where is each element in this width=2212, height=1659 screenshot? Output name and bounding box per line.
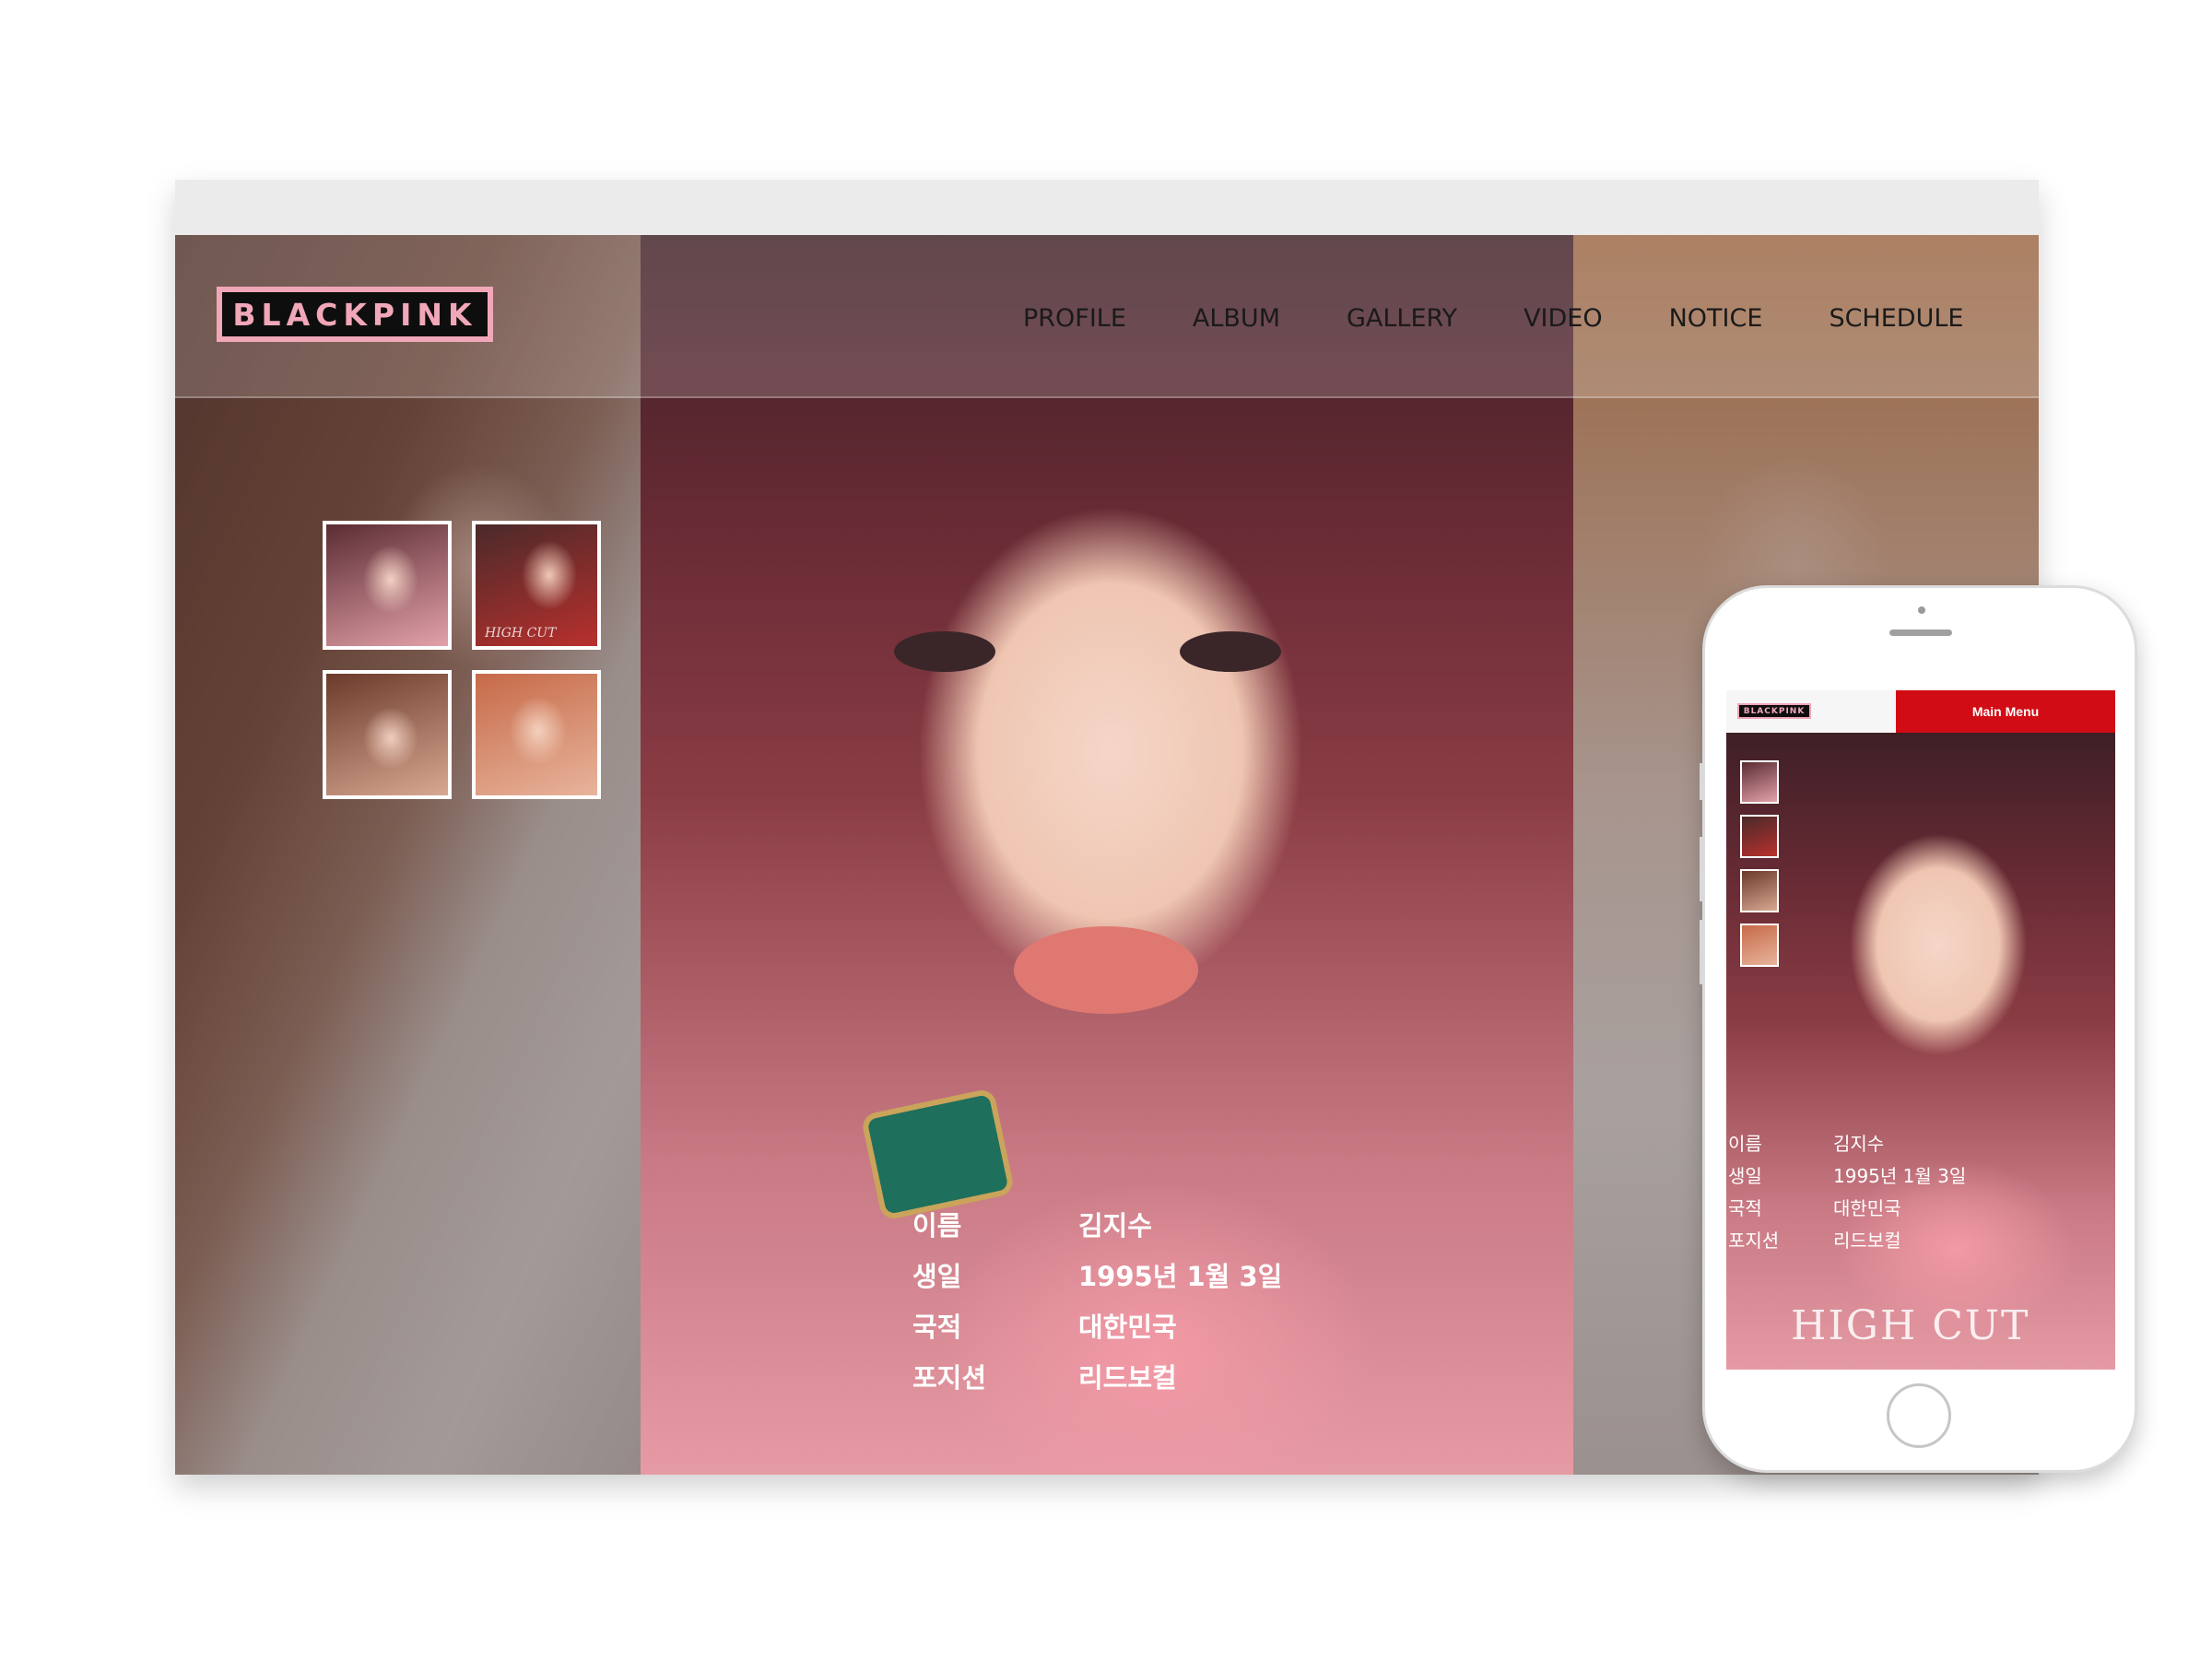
profile-info: 이름 김지수 생일 1995년 1월 3일 국적 대한민국 포지션 리드보컬	[912, 1198, 1282, 1401]
mobile-logo-text: BLACKPINK	[1743, 706, 1806, 716]
mobile-main-menu-button[interactable]: Main Menu	[1896, 690, 2115, 733]
mobile-thumbnail-4[interactable]	[1740, 924, 1779, 967]
mobile-profile-row: 이름 김지수	[1728, 1126, 1966, 1159]
mobile-profile-row: 포지션 리드보컬	[1728, 1223, 1966, 1255]
thumbnail-grid: HIGH CUT	[323, 521, 608, 806]
mobile-label-birthday: 생일	[1728, 1165, 1762, 1187]
profile-row: 국적 대한민국	[912, 1300, 1282, 1350]
mobile-magazine-text: HIGH CUT	[1791, 1302, 2030, 1349]
hero-ring-detail	[866, 1094, 1009, 1215]
mobile-thumbnail-1[interactable]	[1740, 760, 1779, 804]
mobile-label-nationality: 국적	[1728, 1197, 1762, 1219]
hero-lips-detail	[1014, 926, 1198, 1014]
mobile-label-name: 이름	[1728, 1133, 1762, 1155]
profile-label-name: 이름	[912, 1209, 962, 1241]
thumbnail-2[interactable]: HIGH CUT	[472, 521, 601, 650]
mobile-hero-photo: 이름 김지수 생일 1995년 1월 3일 국적 대한민국 포지션 리드보컬 H…	[1726, 733, 2115, 1370]
phone-side-button	[1700, 763, 1703, 800]
profile-row: 포지션 리드보컬	[912, 1350, 1282, 1401]
mobile-value-position: 리드보컬	[1833, 1230, 1901, 1252]
mobile-profile-row: 생일 1995년 1월 3일	[1728, 1159, 1966, 1191]
mobile-thumbnail-2[interactable]	[1740, 815, 1779, 858]
profile-row: 생일 1995년 1월 3일	[912, 1249, 1282, 1300]
nav-item-notice[interactable]: NOTICE	[1669, 304, 1763, 333]
mobile-main-menu-label: Main Menu	[1971, 704, 2040, 719]
profile-value-nationality: 대한민국	[1078, 1311, 1177, 1343]
mobile-profile-row: 국적 대한민국	[1728, 1191, 1966, 1223]
phone-home-button[interactable]	[1887, 1383, 1951, 1448]
thumbnail-4[interactable]	[472, 670, 601, 799]
mobile-profile-info: 이름 김지수 생일 1995년 1월 3일 국적 대한민국 포지션 리드보컬	[1728, 1126, 1966, 1255]
mobile-value-birthday: 1995년 1월 3일	[1833, 1165, 1967, 1187]
nav-item-album[interactable]: ALBUM	[1193, 304, 1280, 333]
profile-value-birthday: 1995년 1월 3일	[1078, 1260, 1283, 1292]
phone-camera	[1918, 606, 1925, 614]
mobile-thumbnail-3[interactable]	[1740, 869, 1779, 912]
profile-label-position: 포지션	[912, 1361, 987, 1394]
thumbnail-caption: HIGH CUT	[485, 626, 557, 641]
site-logo-text: BLACKPINK	[232, 296, 477, 333]
thumbnail-3[interactable]	[323, 670, 452, 799]
left-side-photo	[175, 235, 641, 1475]
profile-row: 이름 김지수	[912, 1198, 1282, 1249]
profile-label-nationality: 국적	[912, 1311, 962, 1343]
mobile-value-name: 김지수	[1833, 1133, 1885, 1155]
site-header: BLACKPINK PROFILE ALBUM GALLERY VIDEO NO…	[175, 235, 2039, 398]
site-logo[interactable]: BLACKPINK	[217, 287, 493, 342]
mobile-value-nationality: 대한민국	[1833, 1197, 1901, 1219]
mobile-label-position: 포지션	[1728, 1230, 1780, 1252]
main-nav: PROFILE ALBUM GALLERY VIDEO NOTICE SCHED…	[1023, 290, 1963, 346]
nav-item-profile[interactable]: PROFILE	[1023, 304, 1126, 333]
phone-side-button	[1700, 920, 1703, 984]
nav-item-gallery[interactable]: GALLERY	[1347, 304, 1457, 333]
profile-value-position: 리드보컬	[1078, 1361, 1177, 1394]
thumbnail-1[interactable]	[323, 521, 452, 650]
browser-toolbar	[175, 180, 2039, 235]
phone-side-button	[1700, 837, 1703, 901]
hero-face-detail	[876, 631, 1336, 705]
nav-item-video[interactable]: VIDEO	[1524, 304, 1603, 333]
mobile-logo[interactable]: BLACKPINK	[1737, 703, 1811, 719]
phone-screen: 이름 김지수 생일 1995년 1월 3일 국적 대한민국 포지션 리드보컬 H…	[1726, 690, 2115, 1370]
phone-mockup: 이름 김지수 생일 1995년 1월 3일 국적 대한민국 포지션 리드보컬 H…	[1700, 585, 2137, 1473]
profile-label-birthday: 생일	[912, 1260, 962, 1292]
nav-item-schedule[interactable]: SCHEDULE	[1829, 304, 1963, 333]
profile-value-name: 김지수	[1078, 1209, 1153, 1241]
mobile-header: BLACKPINK Main Menu	[1726, 690, 2115, 733]
phone-speaker	[1889, 629, 1952, 636]
